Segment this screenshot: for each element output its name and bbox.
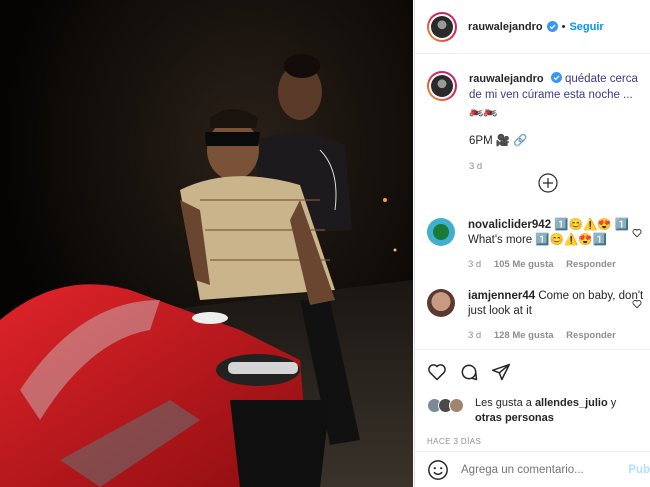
like-comment-heart-icon[interactable]	[632, 299, 642, 309]
caption-extra: 6PM 🎥 🔗	[469, 135, 528, 147]
comment-username[interactable]: novaliclider942	[468, 219, 551, 231]
reply-button[interactable]: Responder	[566, 330, 616, 341]
comment-bubble-icon[interactable]	[459, 362, 479, 382]
caption-username[interactable]: rauwalejandro	[469, 73, 544, 85]
comment-item: iamjenner44 Come on baby, don't just loo…	[427, 289, 650, 343]
post-image	[0, 0, 413, 487]
share-send-icon[interactable]	[491, 362, 511, 382]
post-photo[interactable]	[0, 0, 413, 487]
reply-button[interactable]: Responder	[566, 259, 616, 270]
comment-username[interactable]: iamjenner44	[468, 290, 535, 302]
likes-prefix: Les gusta a	[475, 397, 535, 409]
comment-avatar[interactable]	[427, 218, 455, 246]
post-time-ago[interactable]: HACE 3 DÍAS	[427, 437, 638, 446]
comments-list[interactable]: rauwalejandro quédate cerca de mi ven cú…	[415, 55, 650, 349]
comment-likes[interactable]: 105 Me gusta	[494, 259, 554, 270]
like-heart-icon[interactable]	[427, 362, 447, 382]
comment-time[interactable]: 3 d	[468, 330, 481, 341]
verified-badge-icon	[550, 72, 562, 83]
author-avatar[interactable]	[427, 11, 457, 42]
comment-likes[interactable]: 128 Me gusta	[494, 330, 554, 341]
comment-avatar[interactable]	[427, 289, 455, 317]
separator-dot: •	[561, 20, 566, 33]
likes-others-link[interactable]: otras personas	[475, 412, 554, 424]
likes-middle: y	[607, 397, 617, 409]
comment-input[interactable]	[461, 463, 621, 476]
add-comment-bar: Pub	[415, 451, 650, 487]
comment-time[interactable]: 3 d	[468, 259, 481, 270]
verified-badge-icon	[546, 21, 558, 32]
publish-button[interactable]: Pub	[628, 464, 650, 476]
post-actions: Les gusta a allendes_julio y otras perso…	[415, 349, 650, 451]
likes-summary: Les gusta a allendes_julio y otras perso…	[427, 396, 638, 426]
post-side-panel: rauwalejandro • Seguir rauwalejandro qué…	[414, 0, 650, 487]
liked-by-user[interactable]: allendes_julio	[535, 397, 608, 409]
comment-item: novaliclider942 1️⃣😊⚠️😍 1️⃣ What's more …	[427, 218, 650, 272]
post-header: rauwalejandro • Seguir	[415, 0, 650, 54]
liked-by-avatars	[427, 396, 473, 414]
caption: rauwalejandro quédate cerca de mi ven cú…	[415, 55, 650, 175]
follow-button[interactable]: Seguir	[569, 21, 603, 33]
author-username[interactable]: rauwalejandro	[468, 21, 543, 33]
load-more-comments-icon[interactable]	[538, 173, 558, 193]
emoji-smiley-icon[interactable]	[427, 459, 449, 481]
like-comment-heart-icon[interactable]	[632, 228, 642, 238]
caption-avatar[interactable]	[427, 71, 457, 101]
